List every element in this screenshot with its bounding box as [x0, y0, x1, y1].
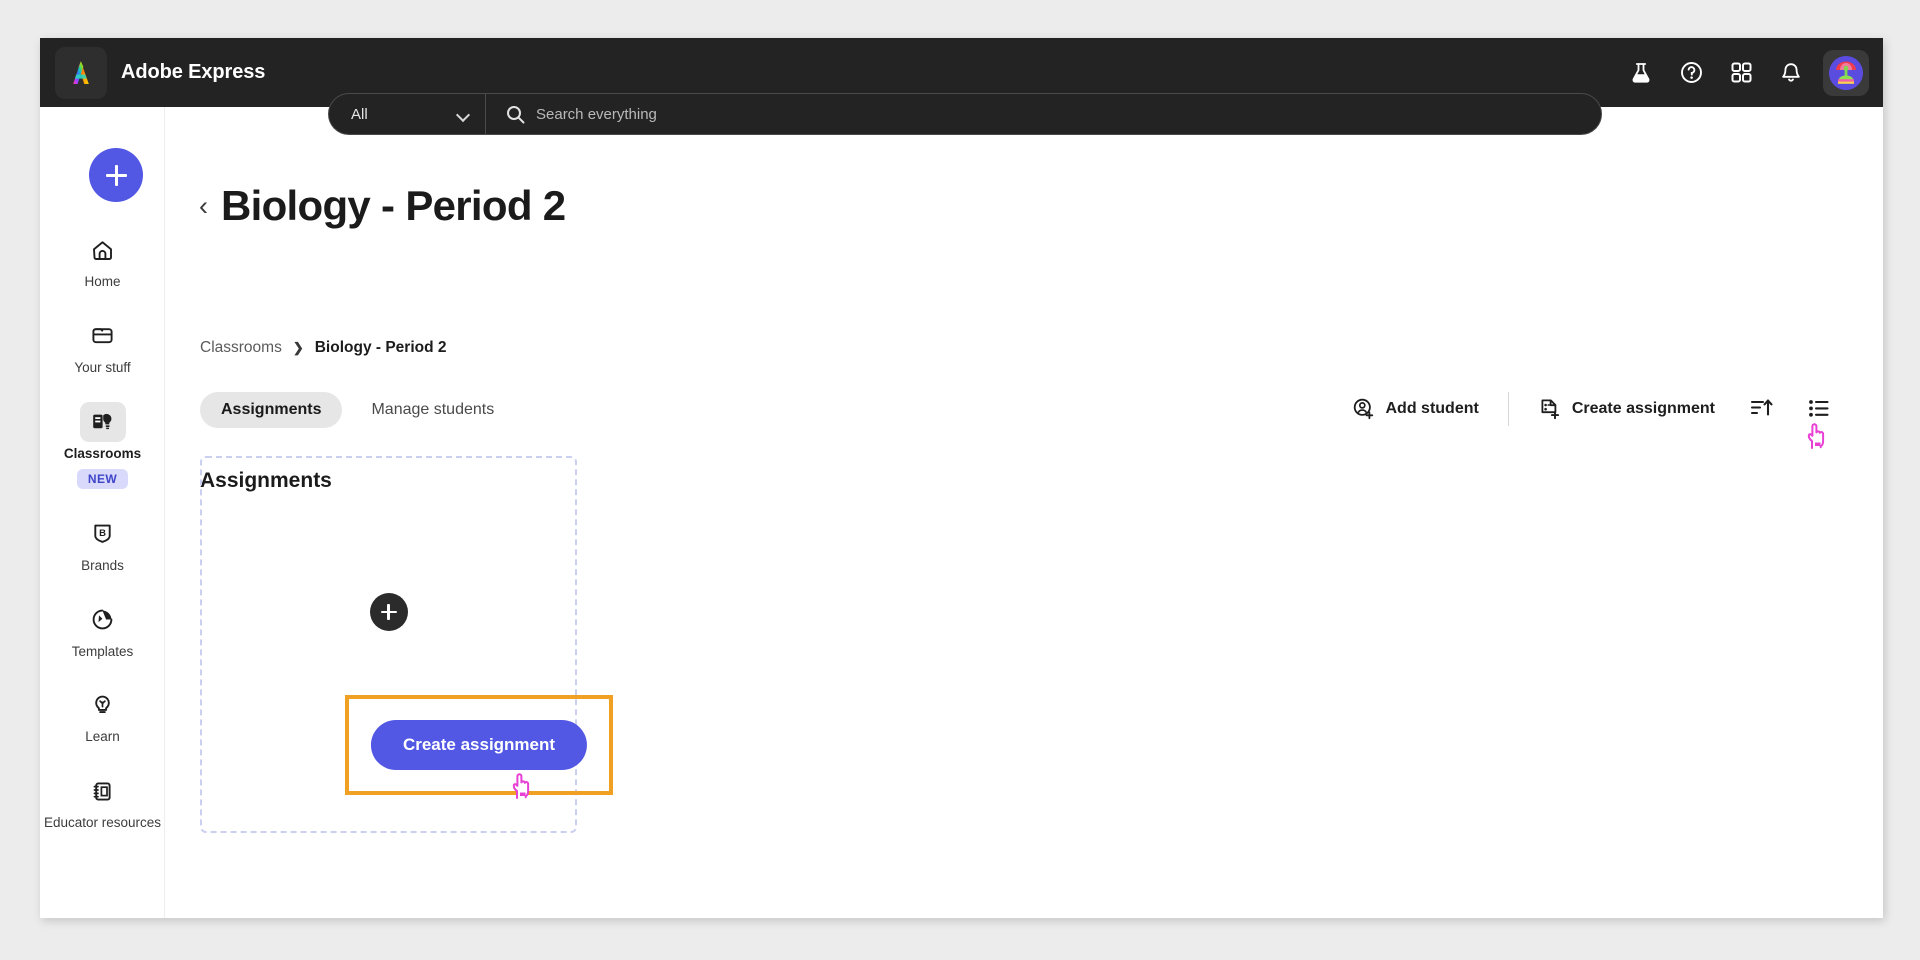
svg-text:B: B [99, 528, 106, 539]
tab-assignments[interactable]: Assignments [200, 392, 343, 428]
add-document-icon [1541, 399, 1559, 419]
tab-manage-students[interactable]: Manage students [350, 392, 515, 428]
sidebar-item-label: Home [84, 274, 121, 289]
sidebar-item-label: Your stuff [74, 359, 131, 375]
chevron-left-icon[interactable]: ‹ [199, 192, 208, 220]
plus-circle-icon[interactable] [369, 593, 408, 631]
brand-shield-icon: B [80, 514, 126, 554]
top-bar: Adobe Express All [40, 38, 1883, 135]
tab-bar: Assignments Manage students [200, 392, 515, 428]
sort-ascending-icon[interactable] [1739, 390, 1784, 427]
page-toolbar: Add student Create assignment [1340, 390, 1842, 427]
notebook-icon [80, 771, 126, 811]
create-assignment-label: Create assignment [1571, 399, 1715, 417]
adobe-express-logo-icon[interactable] [55, 46, 107, 99]
bell-icon[interactable] [1769, 51, 1813, 95]
lightbulb-icon [80, 685, 126, 725]
classrooms-icon [79, 401, 126, 442]
cursor-pointer-toolbar [1803, 421, 1829, 451]
breadcrumb-current: Biology - Period 2 [314, 339, 447, 356]
sidebar-item-label: Learn [85, 729, 120, 745]
sidebar-item-brands[interactable]: B Brands [40, 509, 165, 578]
sidebar-item-your-stuff[interactable]: Your stuff [40, 311, 165, 380]
sidebar-item-educator-resources[interactable]: Educator resources [40, 766, 165, 835]
breadcrumb-root[interactable]: Classrooms [200, 339, 282, 357]
page-header: ‹ Biology - Period 2 [199, 182, 566, 230]
home-icon [80, 230, 126, 270]
rail-nav: Home Your stuff Classrooms NEW B Brands … [40, 225, 165, 852]
help-circle-icon[interactable] [1669, 51, 1713, 95]
status-badge: NEW [76, 468, 129, 489]
breadcrumb-separator-icon: ❯ [292, 340, 304, 355]
sidebar-item-label: Educator resources [43, 815, 162, 831]
brand-block: Adobe Express [55, 46, 266, 99]
breadcrumb: Classrooms ❯ Biology - Period 2 [200, 339, 447, 357]
brand-name: Adobe Express [121, 61, 266, 83]
top-bar-actions [1619, 38, 1869, 107]
templates-icon [80, 600, 126, 640]
avatar[interactable] [1823, 49, 1869, 96]
page-title: Biology - Period 2 [221, 182, 566, 229]
sidebar-item-learn[interactable]: Learn [40, 680, 165, 749]
add-student-button[interactable]: Add student [1340, 391, 1491, 427]
add-person-icon [1353, 398, 1373, 419]
folder-icon [80, 316, 126, 356]
toolbar-divider [1507, 391, 1509, 426]
create-assignment-cta-button[interactable]: Create assignment [370, 720, 588, 770]
main-content: ‹ Biology - Period 2 Classrooms ❯ Biolog… [165, 107, 1883, 918]
sidebar-item-label: Classrooms [63, 445, 142, 461]
beaker-icon[interactable] [1619, 51, 1663, 95]
left-rail: Home Your stuff Classrooms NEW B Brands … [40, 107, 165, 918]
add-student-label: Add student [1385, 399, 1479, 417]
cursor-pointer-cta [508, 771, 534, 801]
create-new-button[interactable] [89, 148, 143, 202]
sidebar-item-label: Templates [71, 643, 134, 659]
sidebar-item-home[interactable]: Home [40, 225, 165, 294]
app-window: Adobe Express All Search everything Home… [40, 38, 1883, 918]
sidebar-item-classrooms[interactable]: Classrooms NEW [40, 397, 165, 492]
sidebar-item-templates[interactable]: Templates [40, 595, 165, 664]
apps-grid-icon[interactable] [1719, 51, 1763, 95]
sidebar-item-label: Brands [81, 557, 124, 573]
highlight-annotation: Create assignment [345, 695, 613, 795]
create-assignment-toolbar-button[interactable]: Create assignment [1526, 391, 1727, 427]
